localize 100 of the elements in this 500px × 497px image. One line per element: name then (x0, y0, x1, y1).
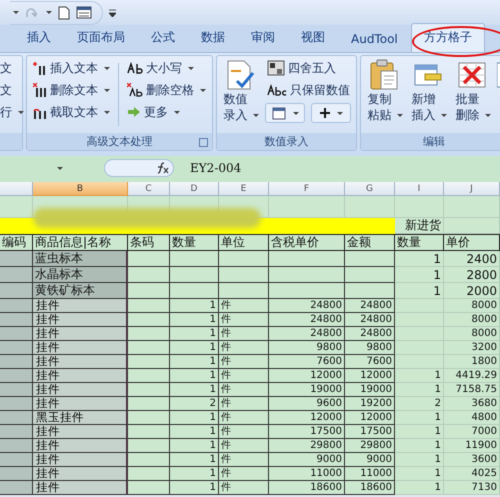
table-cell: 18600 (269, 481, 345, 495)
ribbon-button[interactable]: 批量删除 (453, 59, 491, 130)
table-cell: 2 (170, 397, 219, 411)
ribbon-button[interactable]: 文 (0, 81, 26, 99)
table-cell: 24800 (269, 327, 345, 341)
ribbon-button[interactable]: 新增插入 (409, 59, 447, 130)
ribbon-tab[interactable]: 视图 (288, 23, 338, 52)
table-cell: 9800 (269, 341, 345, 355)
calculator-icon (267, 60, 285, 76)
table-cell: 1 (395, 467, 444, 481)
table-cell: 24800 (269, 313, 345, 327)
table-cell: 1 (395, 425, 444, 439)
table-cell: 7158.75 (444, 383, 500, 397)
clipboard-icon (369, 59, 399, 91)
table-cell (128, 397, 170, 411)
table-cell: 新进货 (395, 218, 444, 234)
ribbon-button[interactable]: 插入文本 (31, 59, 112, 77)
table-cell (0, 283, 33, 299)
table-cell: 1 (395, 251, 444, 267)
number-entry-button[interactable]: 数值录入 (221, 59, 259, 130)
ribbon-button[interactable]: 四舍五入 (265, 59, 352, 77)
table-cell: 1 (170, 369, 219, 383)
column-header[interactable]: D (170, 182, 219, 196)
ribbon-tab[interactable]: 公式 (138, 23, 188, 52)
table-cell (170, 251, 219, 267)
table-cell (219, 251, 269, 267)
table-cell (395, 341, 444, 355)
table-cell (128, 327, 170, 341)
table-cell: 4800 (444, 411, 500, 425)
column-header[interactable]: I (395, 182, 444, 196)
table-cell: 2800 (444, 267, 500, 283)
table-cell (0, 313, 33, 327)
ribbon-tab[interactable]: 数据 (188, 23, 238, 52)
case-icon (127, 62, 143, 74)
group-label-bar (0, 133, 22, 150)
table-cell (128, 411, 170, 425)
column-header[interactable]: E (219, 182, 269, 196)
caret-icon (57, 166, 63, 170)
column-header: 商品信息|名称 (33, 234, 128, 251)
ribbon-button[interactable]: 复制粘贴 (365, 59, 403, 130)
table-cell: 24800 (345, 299, 395, 313)
fx-button[interactable] (104, 159, 174, 177)
table-cell: 17500 (345, 425, 395, 439)
table-cell: 2000 (444, 283, 500, 299)
ribbon-tab[interactable]: 审阅 (238, 23, 288, 52)
table-cell: 1 (395, 411, 444, 425)
ribbon-tab[interactable]: 插入 (14, 23, 64, 52)
table-cell: 7130 (444, 481, 500, 495)
table-cell: 18600 (345, 481, 395, 495)
table-cell (395, 313, 444, 327)
table-cell (128, 425, 170, 439)
dialog-launcher-icon[interactable] (199, 138, 208, 147)
group-label: 高级文本处理 (86, 134, 152, 149)
ribbon-tab[interactable]: 页面布局 (64, 23, 138, 52)
table-cell: 24800 (345, 313, 395, 327)
table-cell (219, 283, 269, 299)
table-cell (128, 481, 170, 495)
table-cell (128, 341, 170, 355)
table-cell (128, 313, 170, 327)
column-header: 含税单价 (269, 234, 345, 251)
table-cell (219, 267, 269, 283)
table-cell (0, 439, 33, 453)
table-cell: 12000 (269, 369, 345, 383)
abc-icon (267, 84, 287, 96)
column-header[interactable]: G (345, 182, 395, 196)
table-cell (0, 355, 33, 369)
dropdown-button[interactable] (265, 103, 305, 123)
table-cell: 1 (395, 453, 444, 467)
customize-arrow-icon[interactable] (109, 8, 116, 16)
table-cell (345, 283, 395, 299)
dropdown-button[interactable] (311, 103, 351, 123)
table-cell: 24800 (345, 327, 395, 341)
caret-icon (292, 112, 298, 114)
group-label: 数值录入 (264, 134, 308, 149)
ribbon-button[interactable]: 只保留数值 (265, 81, 352, 99)
new-document-icon (58, 6, 70, 20)
ribbon-button[interactable]: 删除空格 (125, 81, 208, 99)
table-cell (395, 299, 444, 313)
ribbon-button[interactable]: 文 (0, 59, 26, 77)
table-cell: 1 (395, 481, 444, 495)
table-cell (395, 327, 444, 341)
column-header: 数量 (395, 234, 444, 251)
column-header[interactable]: B (33, 182, 128, 196)
ribbon-button[interactable]: 大小写 (125, 59, 208, 77)
table-cell (0, 383, 33, 397)
ribbon-button[interactable]: 更多 (125, 103, 208, 121)
column-header[interactable]: C (128, 182, 170, 196)
table-cell: 12000 (345, 369, 395, 383)
ribbon-tab[interactable]: 方方格子 (410, 23, 485, 52)
ribbon-tab[interactable]: AudTool (338, 26, 411, 52)
column-header: 单价 (444, 234, 500, 251)
table-cell: 1 (170, 327, 219, 341)
column-header[interactable]: J (444, 182, 500, 196)
ribbon-button[interactable]: 删除文本 (31, 81, 112, 99)
table-cell (345, 218, 395, 234)
table-cell: 3680 (444, 397, 500, 411)
table-cell: 1 (170, 411, 219, 425)
column-header[interactable]: F (269, 182, 345, 196)
table-cell: 1 (170, 341, 219, 355)
ribbon-button[interactable]: 截取文本 (31, 103, 112, 121)
